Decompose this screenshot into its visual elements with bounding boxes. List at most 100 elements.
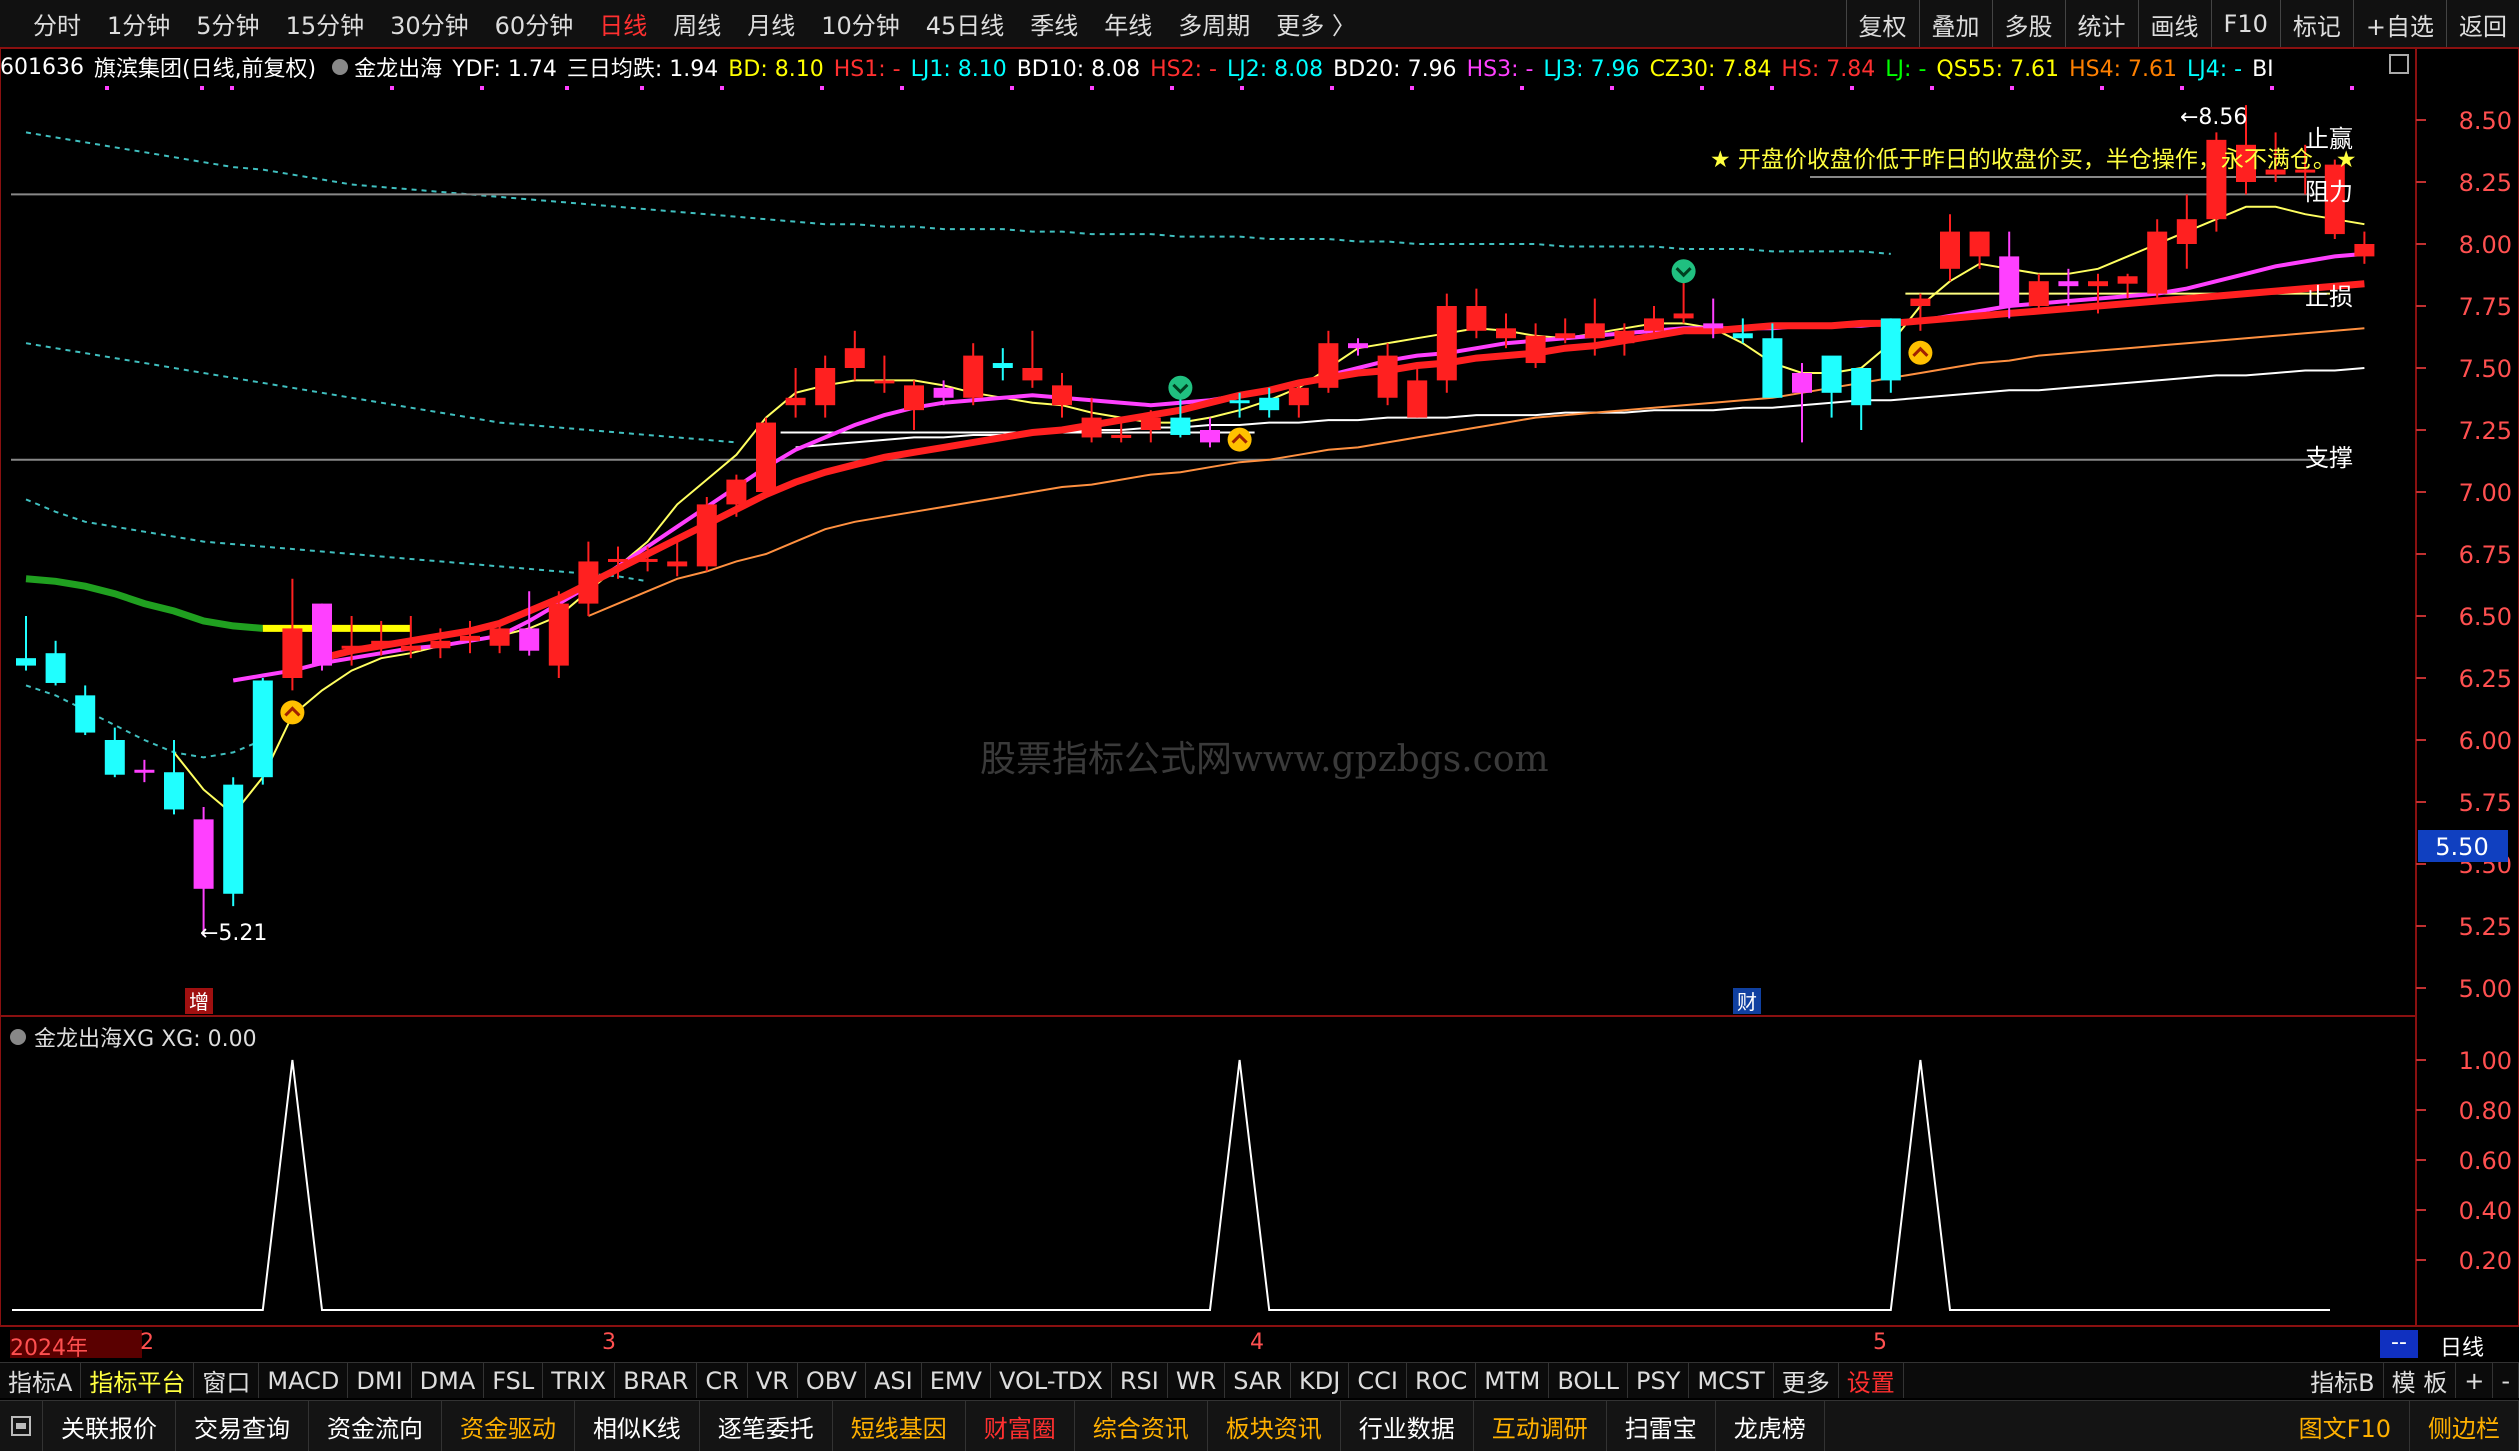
bottom-tab-4[interactable]: 相似K线	[575, 1401, 700, 1451]
indicator-tab-17[interactable]: SAR	[1225, 1363, 1292, 1398]
candle-body[interactable]	[608, 558, 628, 562]
candle-body[interactable]	[1555, 333, 1576, 339]
candle-body[interactable]	[45, 653, 66, 683]
indicator-tab-26[interactable]: 设置	[1839, 1363, 1904, 1398]
indicator-tab-19[interactable]: CCI	[1349, 1363, 1407, 1398]
bottom-tab-7[interactable]: 财富圈	[966, 1401, 1075, 1451]
candle-body[interactable]	[1762, 338, 1783, 398]
indicator-tab-21[interactable]: MTM	[1476, 1363, 1550, 1398]
bottom-tab-1[interactable]: 交易查询	[176, 1401, 309, 1451]
candle-body[interactable]	[193, 819, 214, 889]
collapse-icon[interactable]	[10, 1029, 26, 1045]
candle-body[interactable]	[223, 784, 244, 894]
candle-body[interactable]	[2028, 281, 2049, 306]
candle-body[interactable]	[1259, 397, 1280, 411]
indicator-tab-8[interactable]: BRAR	[615, 1363, 698, 1398]
candle-body[interactable]	[1081, 417, 1102, 438]
indicator-tab-24[interactable]: MCST	[1689, 1363, 1774, 1398]
bottom-tab-0[interactable]: 关联报价	[43, 1401, 176, 1451]
candle-body[interactable]	[1732, 333, 1753, 339]
candle-body[interactable]	[2176, 219, 2197, 244]
indicator-tab-3[interactable]: MACD	[259, 1363, 349, 1398]
candle-body[interactable]	[1140, 417, 1161, 430]
candle-body[interactable]	[1318, 343, 1339, 388]
candle-body[interactable]	[104, 740, 125, 775]
bottom-tab-13[interactable]: 龙虎榜	[1716, 1401, 1825, 1451]
indicator-tab-23[interactable]: PSY	[1628, 1363, 1690, 1398]
candle-body[interactable]	[696, 504, 717, 567]
candle-body[interactable]	[1348, 343, 1368, 349]
bottom-tab-9[interactable]: 板块资讯	[1208, 1401, 1341, 1451]
indicator-right-1[interactable]: 模 板	[2384, 1363, 2457, 1398]
candle-body[interactable]	[904, 385, 924, 411]
indicator-tab-0[interactable]: 指标A	[0, 1363, 82, 1398]
indicator-tab-1[interactable]: 指标平台	[81, 1363, 195, 1398]
candle-body[interactable]	[2147, 231, 2168, 294]
candle-body[interactable]	[134, 769, 155, 773]
candle-body[interactable]	[874, 380, 895, 384]
candle-body[interactable]	[1969, 231, 1990, 257]
candle-body[interactable]	[1703, 323, 1724, 329]
indicator-tab-20[interactable]: ROC	[1407, 1363, 1477, 1398]
candle-body[interactable]	[164, 772, 184, 810]
candle-body[interactable]	[1940, 231, 1960, 269]
indicator-right-3[interactable]: -	[2493, 1363, 2519, 1398]
candle-body[interactable]	[992, 363, 1013, 368]
marker-cai[interactable]: 财	[1737, 990, 1757, 1014]
candle-body[interactable]	[1288, 387, 1309, 406]
candle-body[interactable]	[1525, 335, 1546, 364]
indicator-tab-22[interactable]: BOLL	[1549, 1363, 1629, 1398]
bottom-right-1[interactable]: 侧边栏	[2410, 1401, 2519, 1451]
indicator-tab-7[interactable]: TRIX	[543, 1363, 616, 1398]
candle-body[interactable]	[1111, 434, 1132, 438]
kline-chart[interactable]: 8.50 8.25 8.00 7.75 7.50 7.25 7.00 6.75 6.50 6.25…	[0, 0, 2519, 1400]
candle-body[interactable]	[1584, 323, 1605, 339]
candle-body[interactable]	[1170, 417, 1191, 435]
candle-body[interactable]	[2058, 281, 2079, 287]
candle-body[interactable]	[1644, 318, 1664, 331]
candle-body[interactable]	[548, 603, 569, 666]
indicator-right-2[interactable]: +	[2456, 1363, 2494, 1398]
candle-body[interactable]	[1880, 318, 1901, 381]
indicator-tab-13[interactable]: EMV	[922, 1363, 991, 1398]
candle-body[interactable]	[726, 479, 747, 505]
candle-body[interactable]	[785, 397, 806, 406]
indicator-tab-25[interactable]: 更多	[1774, 1363, 1839, 1398]
bottom-tab-12[interactable]: 扫雷宝	[1607, 1401, 1716, 1451]
candle-body[interactable]	[1436, 306, 1457, 381]
candle-body[interactable]	[1673, 313, 1694, 319]
candle-body[interactable]	[2088, 281, 2108, 287]
candle-body[interactable]	[1052, 385, 1072, 406]
candle-body[interactable]	[578, 561, 599, 604]
candle-body[interactable]	[963, 355, 984, 398]
marker-zeng[interactable]: 增	[189, 990, 209, 1014]
candle-body[interactable]	[519, 628, 540, 651]
candle-body[interactable]	[1792, 372, 1812, 393]
candle-body[interactable]	[637, 558, 658, 562]
indicator-tab-6[interactable]: FSL	[484, 1363, 544, 1398]
bottom-tab-10[interactable]: 行业数据	[1341, 1401, 1474, 1451]
candle-body[interactable]	[1377, 355, 1398, 398]
candle-body[interactable]	[1229, 400, 1250, 404]
indicator-tab-18[interactable]: KDJ	[1291, 1363, 1350, 1398]
indicator-tab-10[interactable]: VR	[748, 1363, 798, 1398]
indicator-tab-14[interactable]: VOL-TDX	[991, 1363, 1112, 1398]
candle-body[interactable]	[1407, 380, 1428, 418]
bottom-right-0[interactable]: 图文F10	[2281, 1401, 2410, 1451]
candle-body[interactable]	[933, 387, 954, 398]
bottom-tab-11[interactable]: 互动调研	[1474, 1401, 1607, 1451]
candle-body[interactable]	[815, 368, 836, 406]
candle-body[interactable]	[1496, 328, 1516, 339]
candle-body[interactable]	[1821, 355, 1842, 393]
candle-body[interactable]	[371, 640, 392, 646]
candle-body[interactable]	[1200, 430, 1220, 443]
candle-body[interactable]	[312, 603, 332, 666]
bottom-tab-6[interactable]: 短线基因	[833, 1401, 966, 1451]
maximize-icon[interactable]	[2389, 54, 2409, 74]
candle-body[interactable]	[667, 561, 688, 567]
candle-body[interactable]	[844, 348, 865, 368]
candle-body[interactable]	[282, 628, 303, 678]
candle-body[interactable]	[489, 628, 510, 646]
candle-body[interactable]	[1851, 368, 1872, 406]
candle-body[interactable]	[1910, 298, 1931, 306]
